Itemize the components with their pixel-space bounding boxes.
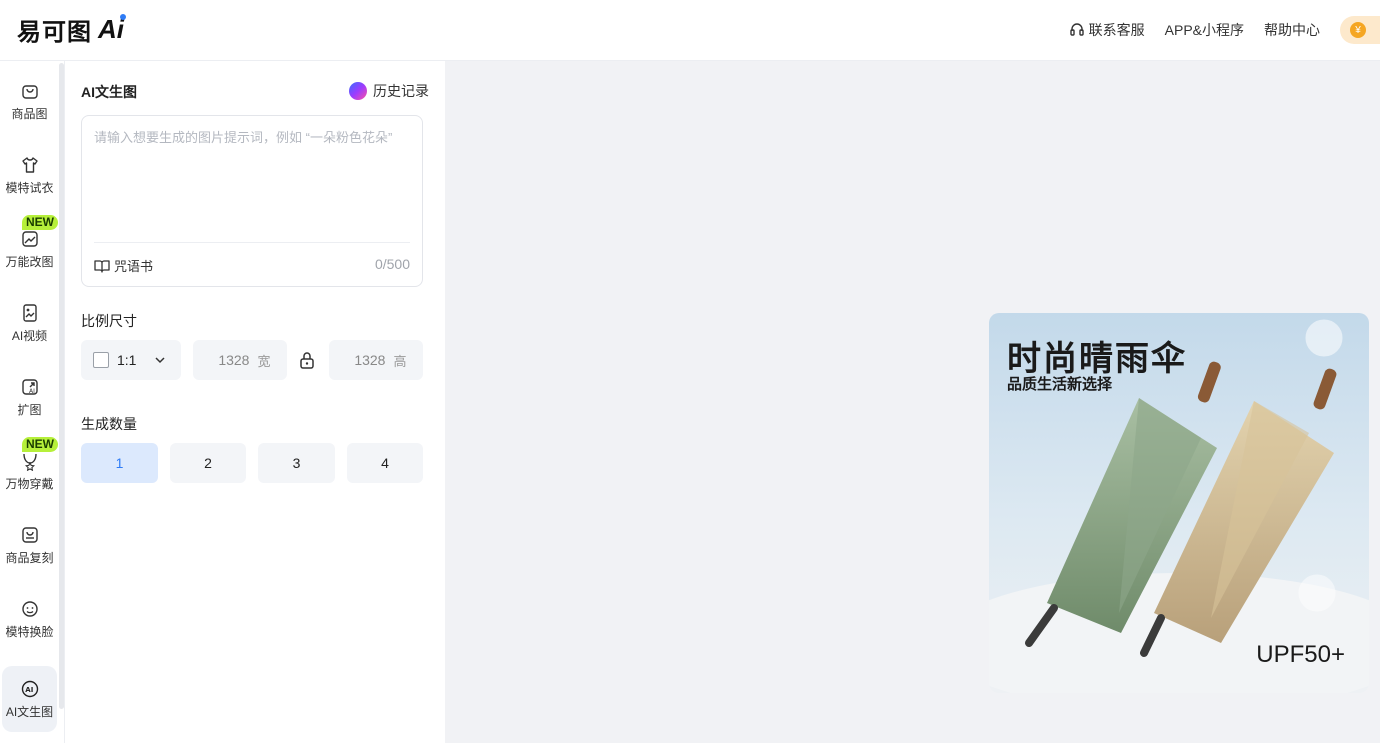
width-input[interactable] bbox=[209, 352, 250, 368]
example-image: 时尚晴雨伞 品质生活新选择 UPF50+ bbox=[989, 313, 1369, 693]
sidebar-item-label: 万物穿戴 bbox=[5, 476, 54, 491]
quantity-option-3[interactable]: 3 bbox=[258, 443, 335, 483]
ratio-value: 1:1 bbox=[117, 352, 137, 368]
sidebar-item-wearables[interactable]: 万物穿戴 bbox=[2, 439, 57, 503]
sidebar-item-universal-edit[interactable]: 万能改图 bbox=[2, 217, 57, 281]
app-link-label: APP&小程序 bbox=[1164, 22, 1244, 38]
ratio-label: 比例尺寸 bbox=[81, 313, 137, 329]
ratio-square-icon bbox=[93, 352, 109, 368]
svg-text:AI: AI bbox=[29, 388, 35, 395]
app-link[interactable]: APP&小程序 bbox=[1165, 20, 1244, 40]
logo[interactable]: 易可图 Ai bbox=[17, 13, 126, 46]
lock-icon[interactable] bbox=[297, 350, 317, 370]
face-icon bbox=[21, 600, 38, 617]
prompt-divider bbox=[94, 242, 410, 243]
svg-text:AI: AI bbox=[25, 686, 33, 694]
top-bar: 易可图 Ai 联系客服 APP&小程序 帮助中心 ¥ bbox=[0, 0, 1380, 61]
necklace-icon bbox=[22, 453, 37, 471]
char-counter: 0/500 bbox=[374, 256, 410, 272]
prompt-input[interactable] bbox=[94, 128, 412, 238]
spellbook-button[interactable]: 咒语书 bbox=[94, 256, 153, 275]
quantity-option-4[interactable]: 4 bbox=[347, 443, 423, 483]
sidebar-item-label: 模特试衣 bbox=[5, 180, 54, 195]
help-center-link[interactable]: 帮助中心 bbox=[1264, 20, 1320, 40]
quantity-option-2[interactable]: 2 bbox=[170, 443, 246, 483]
width-unit: 宽 bbox=[257, 353, 271, 369]
history-icon bbox=[349, 82, 367, 100]
sidebar-item-label: 模特换脸 bbox=[5, 624, 54, 639]
contact-support-link[interactable]: 联系客服 bbox=[1069, 20, 1145, 40]
height-unit: 高 bbox=[393, 353, 407, 369]
tshirt-icon bbox=[21, 156, 38, 173]
prompt-box: 咒语书 0/500 bbox=[81, 115, 423, 287]
sidebar-item-label: AI文生图 bbox=[5, 704, 54, 719]
quantity-option-1[interactable]: 1 bbox=[81, 443, 158, 483]
sidebar: 商品图 模特试衣 NEW 万能改图 AI视频 AI 扩图 NEW 万物穿戴 商品… bbox=[0, 61, 58, 743]
headset-icon bbox=[1069, 23, 1084, 36]
contact-support-label: 联系客服 bbox=[1088, 22, 1145, 38]
sidebar-item-label: 商品复刻 bbox=[5, 550, 54, 565]
ratio-select[interactable]: 1:1 bbox=[81, 340, 181, 380]
chevron-down-icon bbox=[155, 357, 165, 364]
settings-panel: AI文生图 历史记录 咒语书 0/500 比例尺寸 1:1 宽 高 生成数量 1… bbox=[65, 61, 445, 743]
sidebar-item-ai-video[interactable]: AI视频 bbox=[2, 291, 57, 355]
ai-circle-icon: AI bbox=[21, 680, 38, 697]
promo-subtitle: 品质生活新选择 bbox=[1007, 376, 1113, 393]
sidebar-item-model-tryon[interactable]: 模特试衣 bbox=[2, 143, 57, 207]
help-center-label: 帮助中心 bbox=[1264, 22, 1320, 38]
image-edit-icon bbox=[21, 230, 38, 247]
promo-tag: UPF50+ bbox=[1256, 641, 1345, 668]
expand-ai-icon: AI bbox=[21, 378, 38, 395]
shopping-bag-copy-icon bbox=[21, 526, 38, 543]
panel-title: AI文生图 bbox=[81, 84, 137, 100]
width-field[interactable]: 宽 bbox=[193, 340, 287, 380]
history-label: 历史记录 bbox=[373, 83, 429, 99]
points-button[interactable]: ¥ bbox=[1340, 16, 1380, 44]
sidebar-item-face-swap[interactable]: 模特换脸 bbox=[2, 587, 57, 651]
quantity-label: 生成数量 bbox=[81, 416, 137, 432]
book-icon bbox=[94, 259, 110, 273]
sidebar-item-label: 商品图 bbox=[11, 106, 48, 121]
logo-ai-mark: Ai bbox=[98, 13, 126, 45]
video-image-icon bbox=[22, 303, 37, 322]
height-field[interactable]: 高 bbox=[329, 340, 423, 380]
sidebar-item-label: 万能改图 bbox=[5, 254, 54, 269]
spellbook-label: 咒语书 bbox=[114, 259, 154, 274]
canvas-area: 时尚晴雨伞 品质生活新选择 UPF50+ bbox=[445, 61, 1380, 743]
sidebar-item-expand-image[interactable]: AI 扩图 bbox=[2, 365, 57, 429]
sidebar-item-label: 扩图 bbox=[17, 402, 42, 417]
height-input[interactable] bbox=[345, 352, 386, 368]
history-button[interactable]: 历史记录 bbox=[349, 81, 429, 101]
top-links: 联系客服 APP&小程序 帮助中心 ¥ bbox=[1069, 16, 1380, 44]
coin-icon: ¥ bbox=[1350, 22, 1366, 38]
sidebar-item-product-image[interactable]: 商品图 bbox=[2, 69, 57, 133]
sidebar-item-product-replicate[interactable]: 商品复刻 bbox=[2, 513, 57, 577]
logo-dot bbox=[120, 13, 126, 20]
sidebar-item-ai-text-to-image[interactable]: AI AI文生图 bbox=[2, 666, 57, 732]
sidebar-item-label: AI视频 bbox=[11, 328, 48, 343]
shopping-bag-icon bbox=[21, 84, 38, 99]
logo-text: 易可图 bbox=[17, 18, 92, 46]
